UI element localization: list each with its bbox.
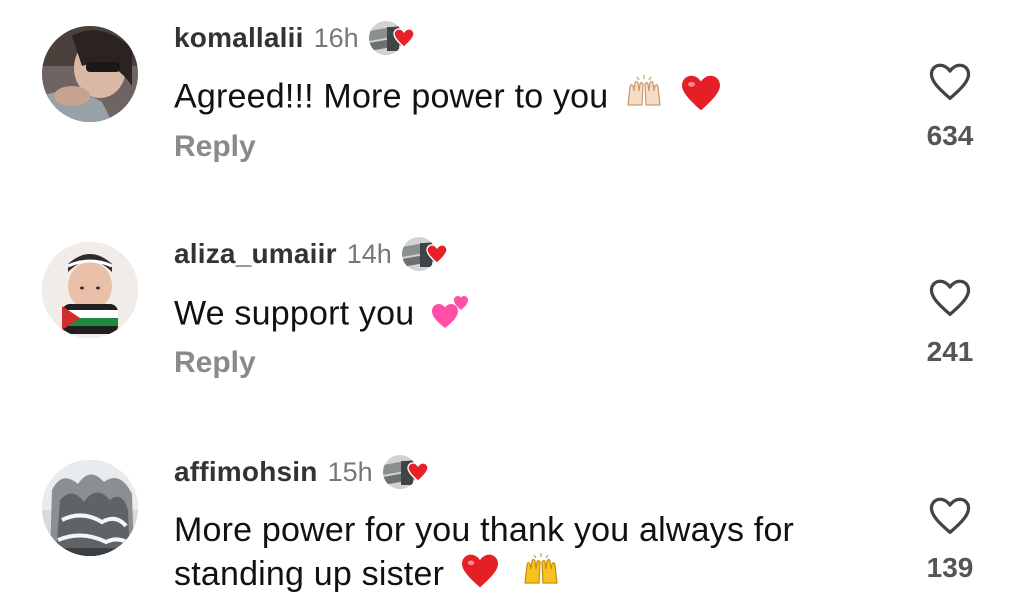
raising-hands-icon [521,552,561,600]
like-count: 139 [926,552,974,583]
comment-text-line2-row: standing up sister [174,552,794,600]
like-control[interactable]: 139 [920,496,980,584]
comment-item: affimohsin 15h More power for you thank … [0,0,1024,604]
red-heart-icon [406,462,429,482]
red-heart-emoji-icon [460,553,500,600]
comment-text-line1: More power for you thank you always for [174,511,795,549]
comment-text-line2: standing up sister [174,555,445,593]
avatar[interactable] [42,460,138,556]
creator-liked-badge [382,454,429,490]
timestamp: 15h [327,456,373,487]
heart-outline-icon[interactable] [928,496,972,536]
username[interactable]: affimohsin [174,456,318,488]
comment-text: More power for you thank you always for … [174,508,794,600]
